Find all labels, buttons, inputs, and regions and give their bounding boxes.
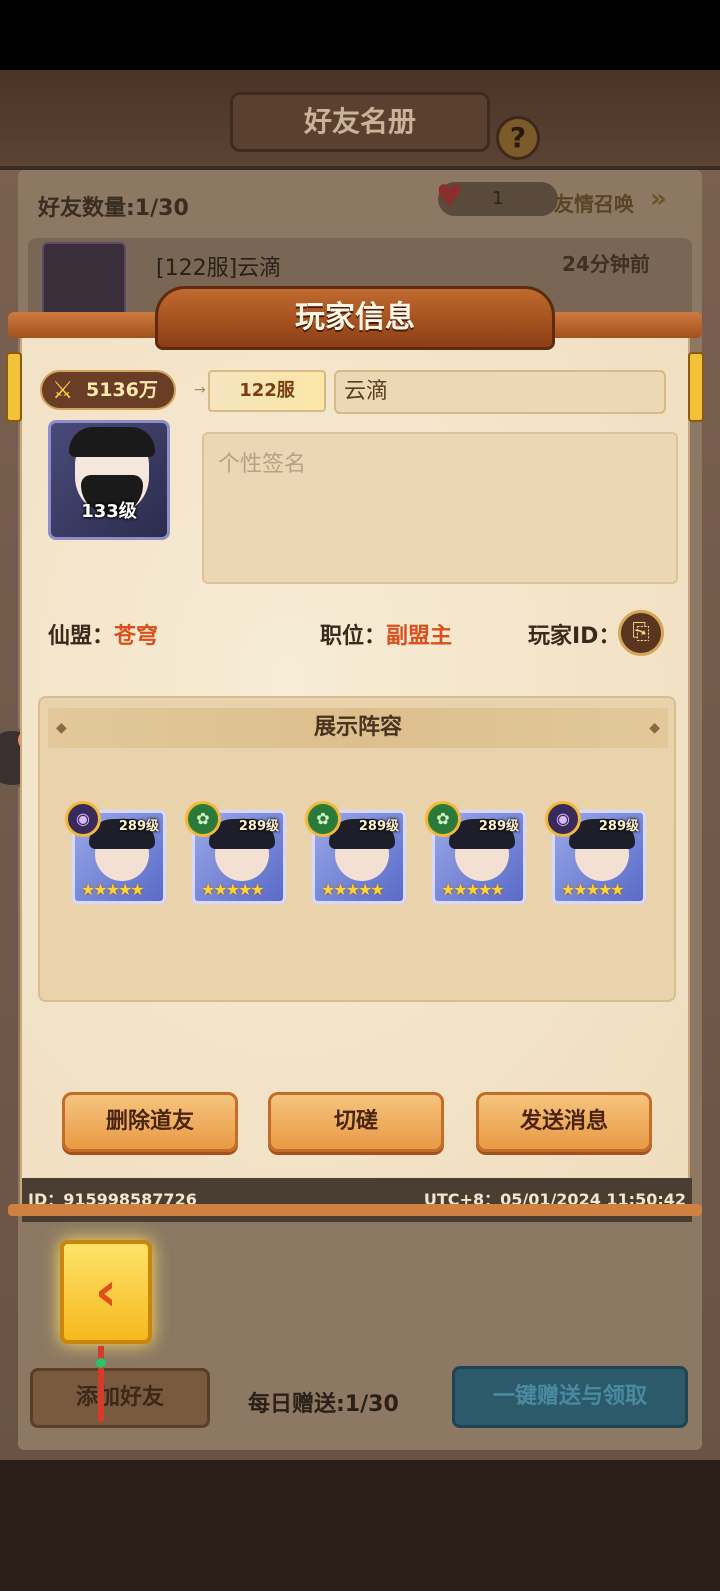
status-dot-icon bbox=[96, 1358, 106, 1368]
hero-level: 289级 bbox=[358, 819, 399, 834]
arrow-icon: → bbox=[194, 382, 206, 398]
add-friend-button[interactable]: 添加好友 bbox=[30, 1368, 210, 1428]
roster-header: 好友名册 ? bbox=[0, 70, 720, 170]
gift-all-button[interactable]: 一键赠送与领取 bbox=[452, 1366, 688, 1428]
combat-power-value: 5136万 bbox=[86, 379, 158, 401]
crossed-swords-icon: ⚔ bbox=[52, 376, 74, 404]
hero-card[interactable]: ◉ 289级 ★★★★★ bbox=[545, 801, 646, 904]
wood-element-icon: ✿ bbox=[425, 801, 461, 837]
scroll-knob-right bbox=[688, 352, 704, 422]
roster-title: 好友名册 bbox=[230, 92, 490, 152]
position-info: 职位：副盟主 bbox=[320, 618, 452, 650]
double-chevron-icon: » bbox=[650, 184, 667, 214]
friend-count: 好友数量:1/30 bbox=[38, 196, 189, 221]
guild-info: 仙盟：苍穹 bbox=[48, 618, 158, 650]
hero-stars: ★★★★★ bbox=[201, 880, 265, 899]
scroll-knob-left bbox=[6, 352, 22, 422]
heart-icon: ♥ bbox=[436, 179, 463, 214]
position-label: 职位： bbox=[320, 624, 387, 649]
spar-button[interactable]: 切磋 bbox=[268, 1092, 444, 1152]
avatar-hair bbox=[69, 427, 155, 457]
help-button[interactable]: ? bbox=[496, 116, 540, 160]
guild-label: 仙盟： bbox=[48, 624, 115, 649]
hero-stars: ★★★★★ bbox=[81, 880, 145, 899]
send-message-button[interactable]: 发送消息 bbox=[476, 1092, 652, 1152]
lineup-box: ◆ 展示阵容 ◆ ◉ 289级 ★★★★★ ✿ 289级 ★★★★★ ✿ 289… bbox=[38, 696, 676, 1002]
diamond-icon: ◆ bbox=[649, 720, 660, 736]
server-tag: 122服 bbox=[208, 370, 326, 412]
modal-paper: ⚔ 5136万 → 122服 云滴 133级 个性签名 仙盟：苍穹 职位：副盟主… bbox=[20, 332, 692, 1222]
friend-last-online: 24分钟前 bbox=[562, 252, 650, 276]
bottom-bar bbox=[0, 1460, 720, 1591]
hero-stars: ★★★★★ bbox=[561, 880, 625, 899]
wood-element-icon: ✿ bbox=[305, 801, 341, 837]
lineup-header: ◆ 展示阵容 ◆ bbox=[48, 708, 668, 748]
guild-value: 苍穹 bbox=[114, 624, 159, 649]
scroll-rod-bottom bbox=[8, 1204, 702, 1216]
diamond-icon: ◆ bbox=[56, 720, 67, 736]
hero-stars: ★★★★★ bbox=[441, 880, 505, 899]
player-name: 云滴 bbox=[334, 370, 666, 414]
signature-box: 个性签名 bbox=[202, 432, 678, 584]
player-avatar[interactable]: 133级 bbox=[48, 420, 170, 540]
hero-card[interactable]: ✿ 289级 ★★★★★ bbox=[185, 801, 286, 904]
hero-card[interactable]: ◉ 289级 ★★★★★ bbox=[65, 801, 166, 904]
wood-element-icon: ✿ bbox=[185, 801, 221, 837]
hero-card[interactable]: ✿ 289级 ★★★★★ bbox=[305, 801, 406, 904]
player-info-modal: ⚔ 5136万 → 122服 云滴 133级 个性签名 仙盟：苍穹 职位：副盟主… bbox=[6, 286, 704, 1222]
back-button[interactable]: ‹ bbox=[60, 1240, 152, 1344]
back-arrow-icon: ‹ bbox=[94, 1260, 118, 1323]
hero-stars: ★★★★★ bbox=[321, 880, 385, 899]
hero-level: 289级 bbox=[598, 819, 639, 834]
combat-power-badge: ⚔ 5136万 bbox=[40, 370, 176, 410]
roster-footer: 添加好友 每日赠送:1/30 一键赠送与领取 bbox=[0, 1350, 720, 1460]
daily-gift-count: 每日赠送:1/30 bbox=[248, 1392, 399, 1417]
lineup-title: 展示阵容 bbox=[313, 715, 402, 740]
player-id-label: 玩家ID： bbox=[528, 624, 621, 649]
copy-id-icon[interactable]: ⎘ bbox=[618, 610, 664, 656]
modal-title: 玩家信息 bbox=[155, 286, 555, 350]
friend-name: [122服]云滴 bbox=[156, 256, 282, 281]
hero-level: 289级 bbox=[238, 819, 279, 834]
dark-element-icon: ◉ bbox=[65, 801, 101, 837]
hero-card[interactable]: ✿ 289级 ★★★★★ bbox=[425, 801, 526, 904]
friend-summon-button[interactable]: 友情召唤 bbox=[554, 188, 634, 217]
delete-friend-button[interactable]: 删除道友 bbox=[62, 1092, 238, 1152]
hero-level: 289级 bbox=[478, 819, 519, 834]
position-value: 副盟主 bbox=[386, 624, 453, 649]
top-black-bar bbox=[0, 0, 720, 70]
avatar-level: 133级 bbox=[81, 501, 137, 522]
hero-level: 289级 bbox=[118, 819, 159, 834]
dark-element-icon: ◉ bbox=[545, 801, 581, 837]
player-id-info: 玩家ID： bbox=[528, 618, 620, 650]
